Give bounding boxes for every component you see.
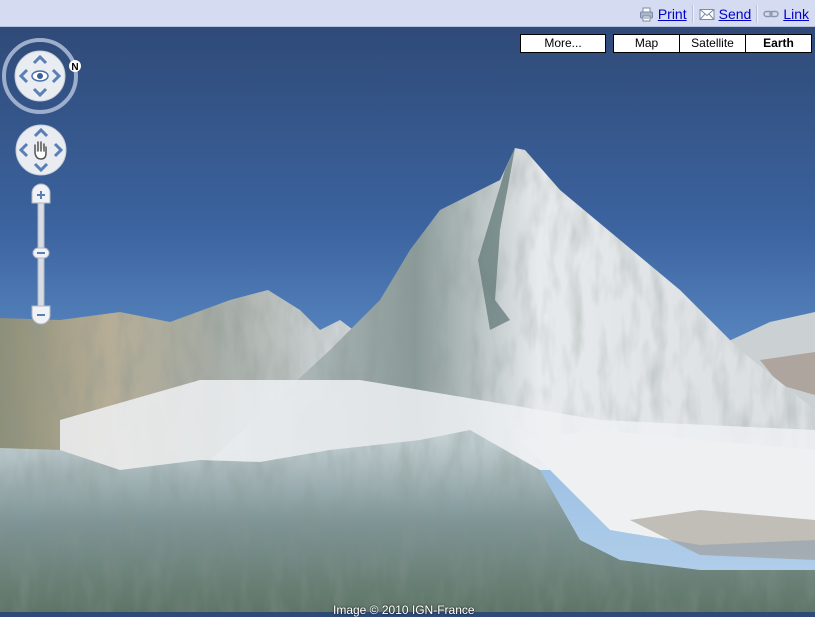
imagery-copyright: Image © 2010 IGN-France [333,603,475,617]
earth-view-button[interactable]: Earth [745,34,812,53]
print-label: Print [657,6,687,22]
zoom-control[interactable] [30,181,52,327]
earth-3d-view[interactable]: N [0,27,815,612]
printer-icon [639,7,653,21]
send-link[interactable]: Send [699,6,752,22]
more-button[interactable]: More... [520,34,606,53]
link-link[interactable]: Link [763,6,809,22]
print-link[interactable]: Print [639,6,687,22]
eye-icon [31,70,49,82]
divider [756,5,759,23]
envelope-icon [699,8,715,20]
move-control[interactable] [14,123,68,177]
top-bar: Print Send Link [0,0,815,27]
north-indicator[interactable]: N [69,60,81,73]
divider [691,5,694,23]
satellite-view-button[interactable]: Satellite [679,34,746,53]
link-label: Link [783,6,809,22]
send-label: Send [718,6,752,22]
chain-link-icon [763,10,780,18]
look-around-control[interactable]: N [2,37,82,117]
mountain-scene [0,27,815,612]
top-links: Print Send Link [639,5,809,23]
map-view-button[interactable]: Map [613,34,680,53]
svg-text:N: N [71,62,78,73]
